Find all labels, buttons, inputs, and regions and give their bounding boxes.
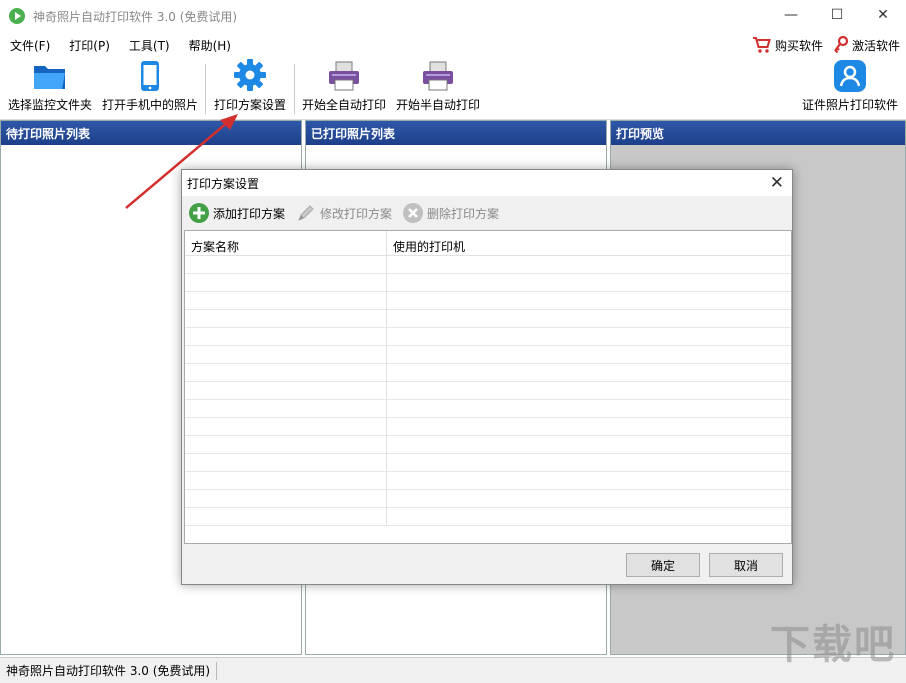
activate-software-link[interactable]: 激活软件 — [833, 36, 900, 54]
select-folder-label: 选择监控文件夹 — [7, 98, 92, 112]
printed-photos-header: 已打印照片列表 — [306, 121, 606, 145]
empty-table-row — [185, 292, 791, 310]
empty-table-row — [185, 256, 791, 274]
printer-icon — [423, 61, 453, 91]
print-scheme-button[interactable]: 打印方案设置 — [210, 58, 290, 118]
ok-button[interactable]: 确定 — [626, 553, 700, 577]
menu-bar: 文件(F) 打印(P) 工具(T) 帮助(H) 购买软件 激活软件 — [0, 32, 906, 58]
empty-table-row — [185, 454, 791, 472]
toolbar-divider — [205, 64, 206, 114]
empty-table-row — [185, 436, 791, 454]
empty-table-row — [185, 382, 791, 400]
add-scheme-button[interactable]: 添加打印方案 — [188, 202, 285, 224]
print-preview-header: 打印预览 — [611, 121, 905, 145]
edit-scheme-label: 修改打印方案 — [320, 206, 393, 221]
dialog-close-button[interactable]: ✕ — [770, 173, 784, 193]
dialog-toolbar: 添加打印方案 修改打印方案 删除打印方案 — [184, 196, 790, 230]
user-icon — [834, 60, 866, 92]
id-photo-label: 证件照片打印软件 — [801, 98, 898, 112]
table-header: 方案名称 使用的打印机 — [185, 231, 791, 256]
title-bar: 神奇照片自动打印软件 3.0 (免费试用) — ☐ ✕ — [0, 0, 906, 32]
auto-print-button[interactable]: 开始全自动打印 — [300, 58, 388, 118]
empty-table-row — [185, 472, 791, 490]
maximize-button[interactable]: ☐ — [814, 0, 860, 30]
add-icon — [189, 203, 209, 223]
empty-table-row — [185, 274, 791, 292]
add-scheme-label: 添加打印方案 — [213, 206, 286, 221]
empty-table-row — [185, 310, 791, 328]
minimize-button[interactable]: — — [768, 0, 814, 30]
empty-table-row — [185, 490, 791, 508]
window-title: 神奇照片自动打印软件 3.0 (免费试用) — [33, 9, 238, 24]
close-button[interactable]: ✕ — [860, 0, 906, 30]
window-controls: — ☐ ✕ — [768, 0, 906, 30]
menu-tools[interactable]: 工具(T) — [119, 37, 179, 54]
empty-table-row — [185, 508, 791, 526]
column-header-scheme-name[interactable]: 方案名称 — [185, 231, 387, 255]
menu-file[interactable]: 文件(F) — [0, 37, 59, 54]
empty-table-row — [185, 400, 791, 418]
dialog-title: 打印方案设置 — [187, 176, 260, 191]
edit-scheme-button[interactable]: 修改打印方案 — [295, 202, 392, 224]
menu-right: 购买软件 激活软件 — [752, 32, 900, 58]
scheme-table[interactable]: 方案名称 使用的打印机 — [184, 230, 792, 544]
id-photo-button[interactable]: 证件照片打印软件 — [800, 58, 900, 118]
printer-icon — [329, 61, 359, 91]
empty-table-row — [185, 328, 791, 346]
semi-auto-print-label: 开始半自动打印 — [395, 98, 480, 112]
phone-icon — [141, 61, 159, 91]
app-logo-icon — [9, 8, 25, 24]
print-scheme-dialog: 打印方案设置 ✕ 添加打印方案 修改打印方案 删除打印方案 方案名称 使用的打印… — [181, 169, 793, 585]
buy-software-label: 购买软件 — [774, 38, 823, 53]
key-icon — [834, 36, 849, 54]
delete-scheme-button[interactable]: 删除打印方案 — [402, 202, 499, 224]
status-text: 神奇照片自动打印软件 3.0 (免费试用) — [0, 661, 218, 680]
table-body — [185, 256, 791, 526]
watermark-logo: 下载吧 — [770, 622, 896, 668]
auto-print-label: 开始全自动打印 — [301, 98, 386, 112]
pencil-icon — [298, 205, 314, 221]
column-header-printer[interactable]: 使用的打印机 — [387, 231, 791, 255]
empty-table-row — [185, 346, 791, 364]
buy-software-link[interactable]: 购买软件 — [752, 36, 823, 54]
menu-print[interactable]: 打印(P) — [59, 37, 119, 54]
empty-table-row — [185, 418, 791, 436]
folder-icon — [34, 66, 65, 89]
cancel-button[interactable]: 取消 — [709, 553, 783, 577]
dialog-title-bar: 打印方案设置 ✕ — [182, 170, 792, 196]
delete-icon — [403, 203, 424, 223]
gear-icon — [234, 59, 266, 91]
semi-auto-print-button[interactable]: 开始半自动打印 — [394, 58, 482, 118]
toolbar-divider — [294, 64, 295, 114]
activate-software-label: 激活软件 — [851, 38, 900, 53]
cart-icon — [752, 37, 771, 53]
delete-scheme-label: 删除打印方案 — [427, 206, 500, 221]
select-folder-button[interactable]: 选择监控文件夹 — [4, 58, 96, 118]
empty-table-row — [185, 364, 791, 382]
phone-photos-button[interactable]: 打开手机中的照片 — [100, 58, 200, 118]
menu-help[interactable]: 帮助(H) — [179, 37, 240, 54]
